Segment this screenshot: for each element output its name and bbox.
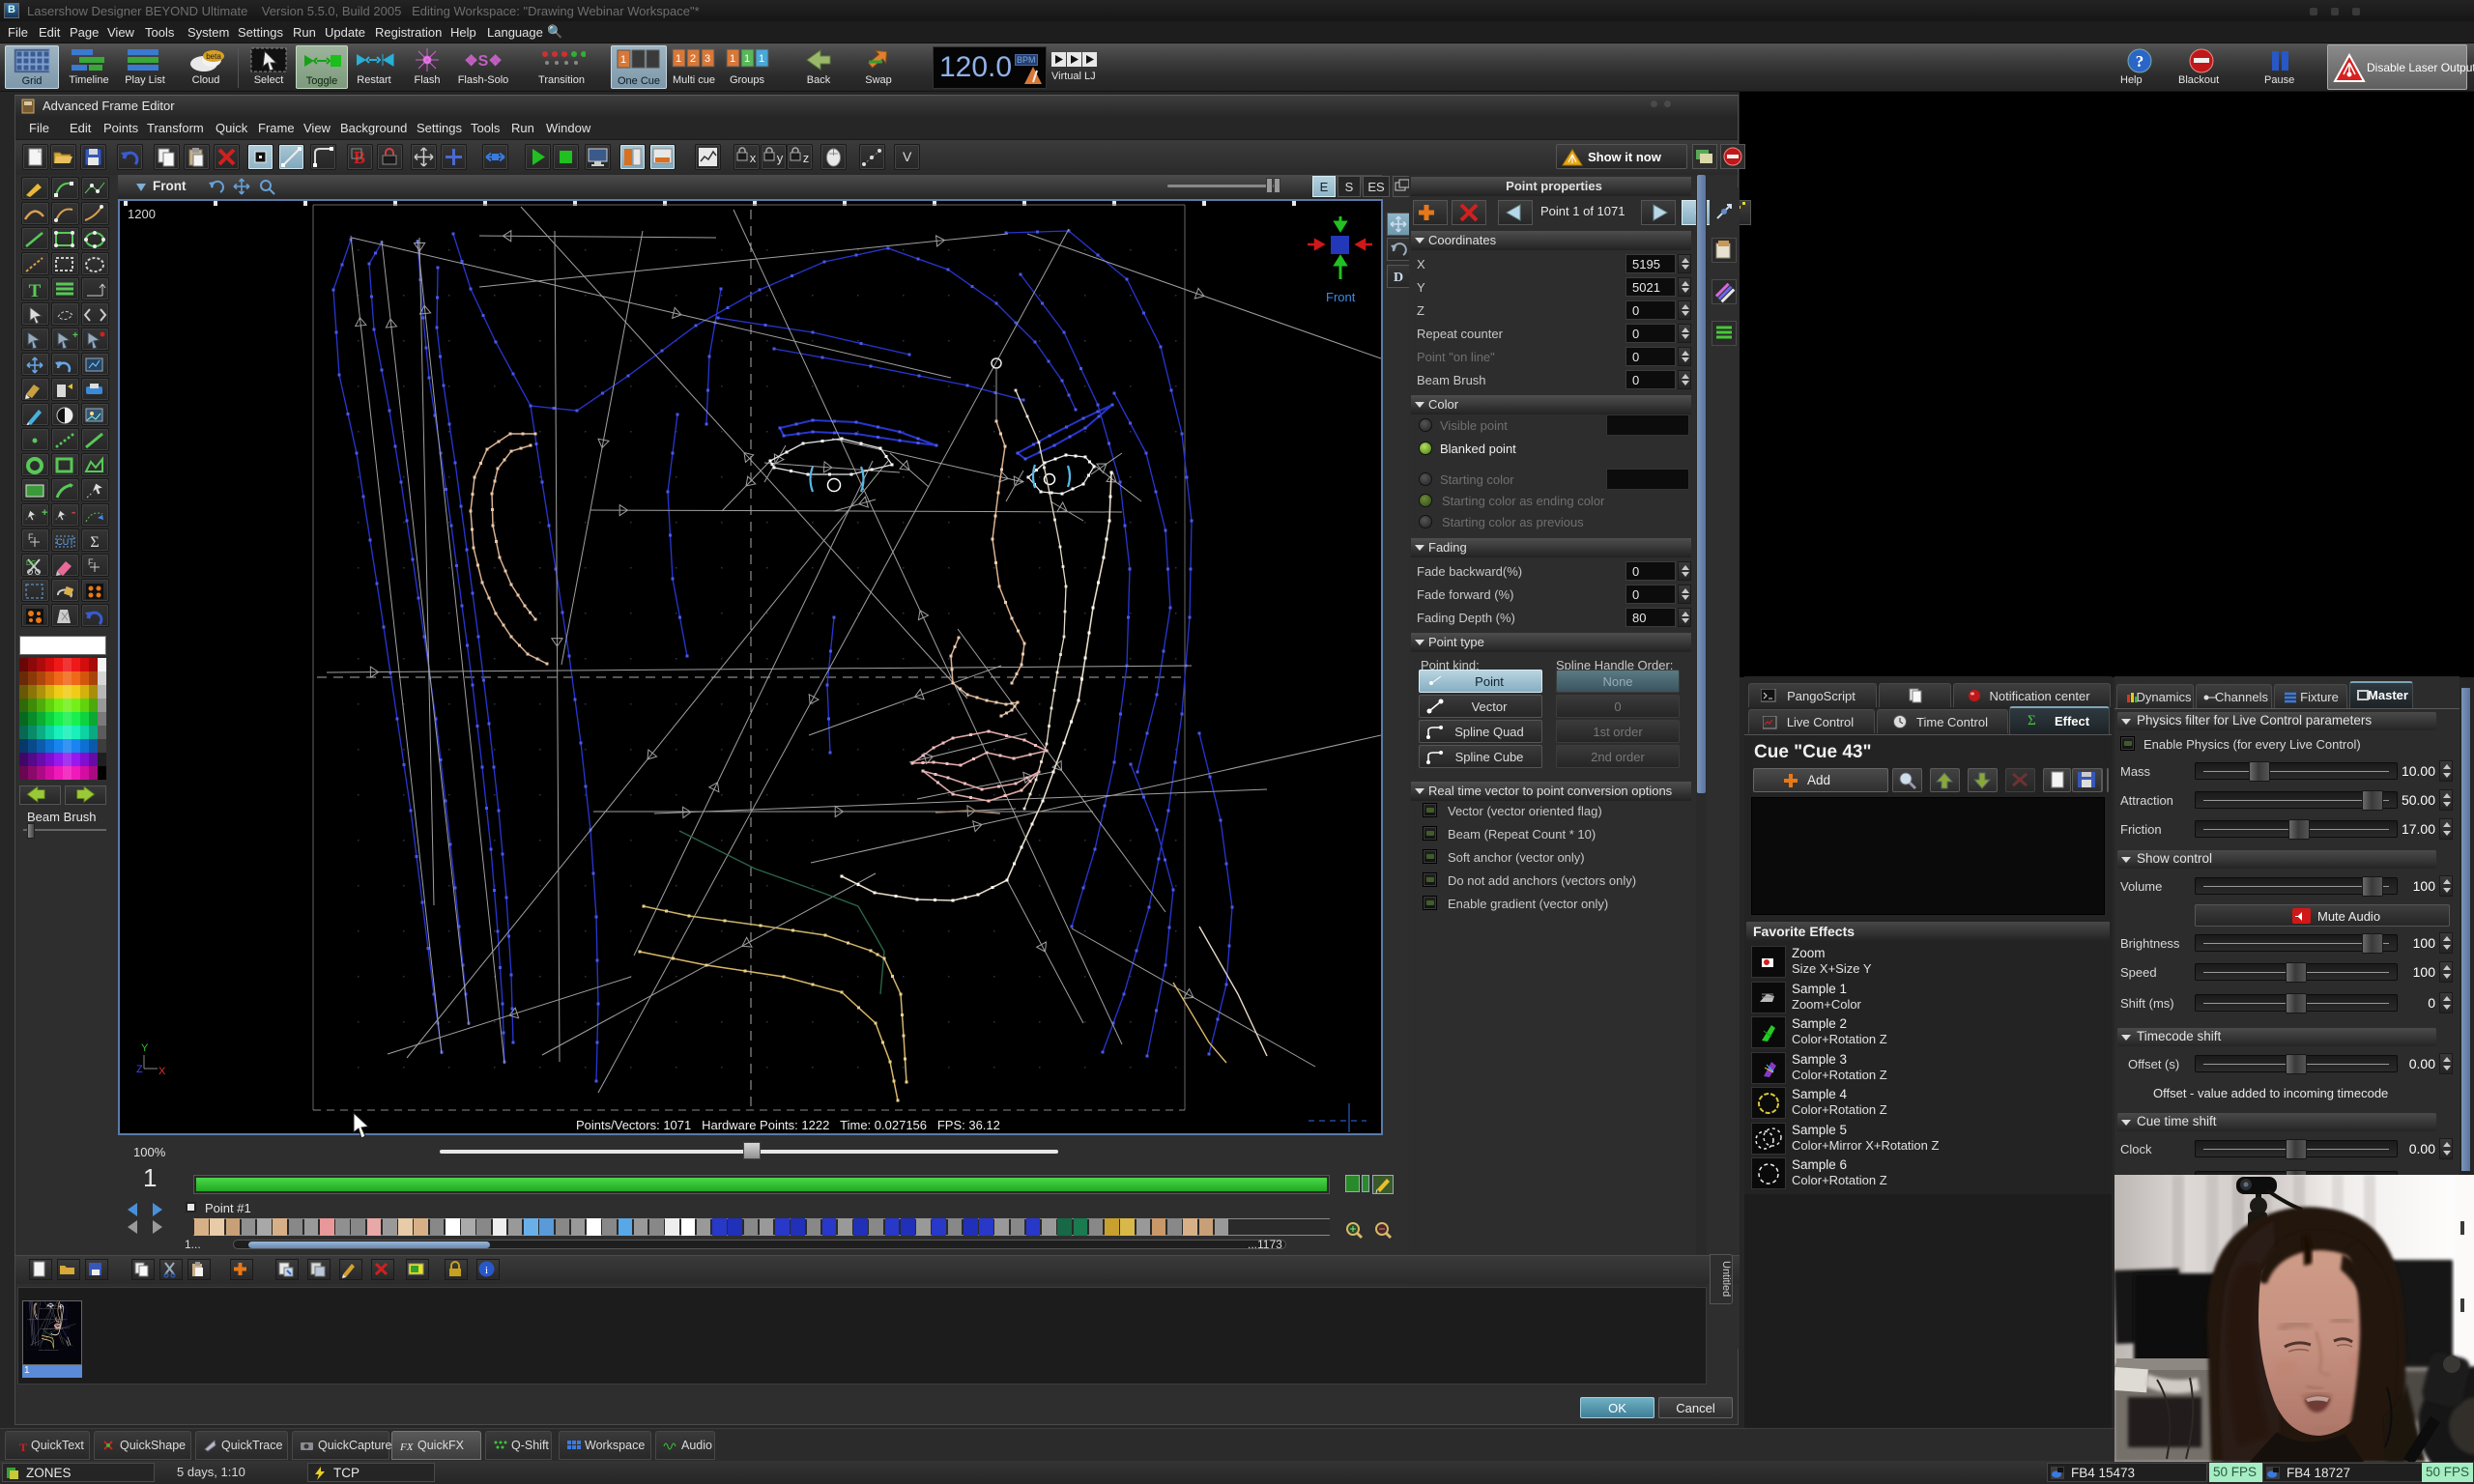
svg-text:3: 3: [705, 53, 710, 65]
svg-text:Points/Vectors: 1071 Hardwar: Points/Vectors: 1071 Hardware Points: 12…: [39, 1348, 59, 1352]
svg-text:1: 1: [730, 53, 735, 65]
svg-text:FX: FX: [399, 1441, 415, 1453]
svg-text:2: 2: [690, 53, 696, 65]
svg-text:❖S❖: ❖S❖: [464, 53, 502, 70]
svg-text:1: 1: [744, 53, 750, 65]
svg-text:1: 1: [676, 53, 681, 65]
svg-text:1: 1: [759, 53, 764, 65]
svg-text:?: ?: [2136, 52, 2144, 71]
svg-text:T: T: [19, 1441, 27, 1453]
svg-text:i: i: [485, 1265, 488, 1276]
svg-text:1: 1: [620, 54, 626, 66]
svg-text:beta: beta: [206, 52, 221, 61]
